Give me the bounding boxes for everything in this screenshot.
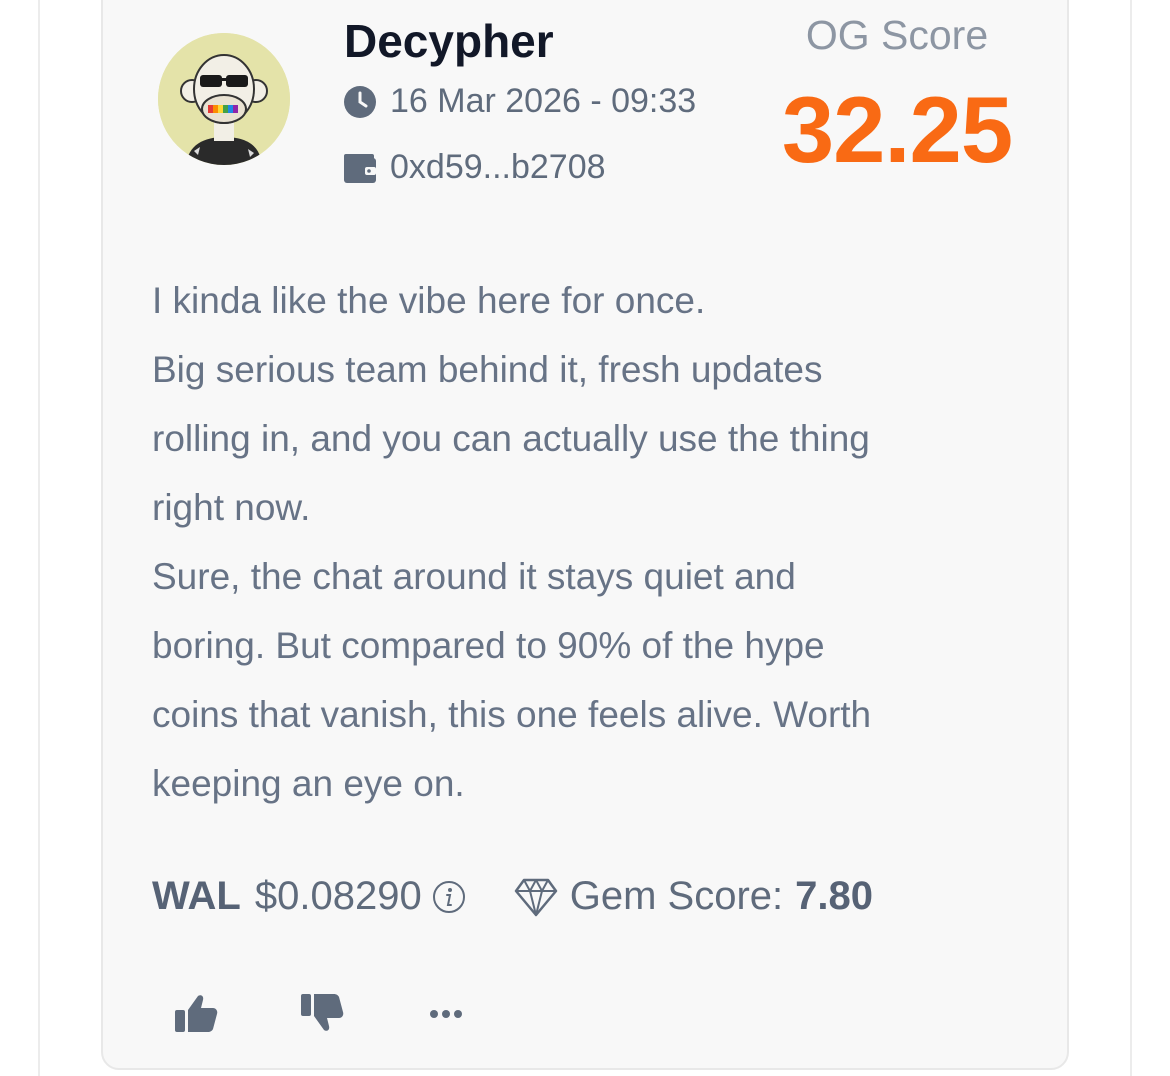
thumbs-up-icon xyxy=(172,990,220,1038)
post-line: I kinda like the vibe here for once. xyxy=(152,280,706,321)
info-icon[interactable] xyxy=(432,880,466,914)
ellipsis-icon xyxy=(422,990,470,1038)
gem-score-value: 7.80 xyxy=(795,874,873,918)
post-datetime: 16 Mar 2026 - 09:33 xyxy=(390,82,697,120)
post-body: I kinda like the vibe here for once. Big… xyxy=(152,266,1012,818)
post-actions xyxy=(172,990,470,1038)
og-score-label: OG Score xyxy=(805,12,989,58)
gem-icon xyxy=(514,877,558,917)
post-line: coins that vanish, this one feels alive.… xyxy=(152,694,872,735)
token-info-row: WAL $0.08290 Gem Score: 7.80 xyxy=(152,874,873,919)
wallet-row: 0xd59...b2708 xyxy=(343,148,606,187)
more-options-button[interactable] xyxy=(422,990,470,1038)
wallet-address[interactable]: 0xd59...b2708 xyxy=(390,148,606,187)
post-line: boring. But compared to 90% of the hype xyxy=(152,625,825,666)
post-line: keeping an eye on. xyxy=(152,763,465,804)
post-date-row: 16 Mar 2026 - 09:33 xyxy=(343,82,696,121)
post-line: right now. xyxy=(152,487,311,528)
username[interactable]: Decypher xyxy=(344,14,554,68)
token-symbol[interactable]: WAL xyxy=(152,874,241,919)
post-line: Sure, the chat around it stays quiet and xyxy=(152,556,796,597)
dislike-button[interactable] xyxy=(298,990,346,1038)
post-line: Big serious team behind it, fresh update… xyxy=(152,349,823,390)
og-score-value: 32.25 xyxy=(781,77,1013,182)
avatar[interactable] xyxy=(158,33,290,165)
gem-score-label: Gem Score: xyxy=(569,874,784,918)
wallet-icon xyxy=(343,151,377,185)
post-line: rolling in, and you can actually use the… xyxy=(152,418,870,459)
like-button[interactable] xyxy=(172,990,220,1038)
clock-icon xyxy=(343,85,377,119)
thumbs-down-icon xyxy=(298,990,346,1038)
token-price: $0.08290 xyxy=(254,874,422,918)
